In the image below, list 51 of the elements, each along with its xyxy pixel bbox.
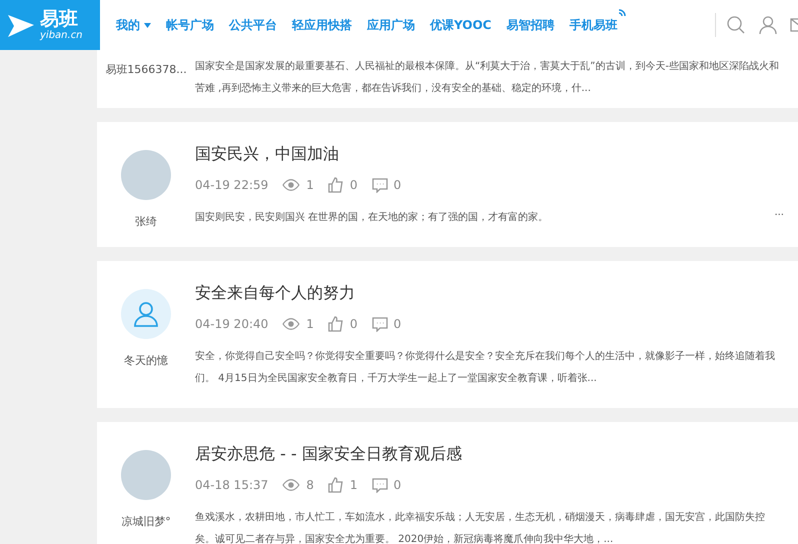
thumbs-up-icon[interactable] bbox=[328, 477, 344, 493]
nav-link[interactable]: 手机易班 bbox=[569, 16, 626, 34]
nav-link[interactable]: 应用广场 bbox=[367, 16, 415, 34]
post-title[interactable]: 国安民兴，中国加油 bbox=[195, 144, 784, 165]
search-icon[interactable] bbox=[726, 15, 746, 35]
logo-domain: yiban.cn bbox=[40, 30, 83, 40]
post-excerpt: 鱼戏溪水，农耕田地，市人忙工，车如流水，此幸福安乐哉；人无安居，生态无机，硝烟漫天，病毒肆虐，国无安宫，此国防失控矣。诚可见二者存与异，国家安全尤为重要。 2020伊始，新冠病毒将魔爪伸向我中华大地，... bbox=[195, 510, 766, 544]
nav-link[interactable]: 轻应用快搭 bbox=[292, 16, 352, 34]
post-time: 04-19 22:59 bbox=[195, 178, 268, 192]
user-icon[interactable] bbox=[758, 15, 778, 35]
nav-link[interactable]: 帐号广场 bbox=[166, 16, 214, 34]
post-title[interactable]: 居安亦思危 - - 国家安全日教育观后感 bbox=[195, 444, 784, 465]
eye-icon bbox=[282, 178, 300, 192]
eye-icon bbox=[282, 317, 300, 331]
nav-link[interactable]: 易智招聘 bbox=[506, 16, 554, 34]
view-count: 1 bbox=[306, 178, 314, 192]
comment-count: 0 bbox=[394, 178, 402, 192]
comment-count: 0 bbox=[394, 317, 402, 331]
like-count: 0 bbox=[350, 178, 358, 192]
author-name[interactable]: 凉城旧梦° bbox=[121, 514, 171, 529]
post-time: 04-18 15:37 bbox=[195, 478, 268, 492]
post-excerpt: 国家安全是国家发展的最重要基石、人民福祉的最根本保障。从“利莫大于治，害莫大于乱”的古训，到今天-些国家和地区深陷战火和苦难 ,再到恐怖主义带来的巨大危害，都在告诉我们，没有安全的基础、稳定的环境，什... bbox=[195, 60, 780, 96]
thumbs-up-icon[interactable] bbox=[328, 316, 344, 332]
author-name[interactable]: 易班1566378... bbox=[105, 62, 187, 77]
nav-link[interactable]: 我的 bbox=[116, 16, 151, 34]
author-name[interactable]: 冬天的憶 bbox=[124, 353, 168, 368]
view-count: 8 bbox=[306, 478, 314, 492]
caret-icon bbox=[144, 22, 151, 28]
post-time: 04-19 20:40 bbox=[195, 317, 268, 331]
nav-link[interactable]: 公共平台 bbox=[229, 16, 277, 34]
like-count: 1 bbox=[350, 478, 358, 492]
eye-icon bbox=[282, 478, 300, 492]
comment-icon[interactable] bbox=[372, 316, 388, 332]
logo-name: 易班 bbox=[40, 10, 79, 28]
nav-link[interactable]: 优课YOOC bbox=[430, 16, 492, 34]
post-excerpt: 安全，你觉得自己安全吗？你觉得安全重要吗？你觉得什么是安全？安全充斥在我们每个人的生活中，就像影子一样，始终追随着我们。 4月15日为全民国家安全教育日，千万大学生一起上了一堂国家安全教育课，听着张... bbox=[195, 350, 776, 386]
photo-placeholder bbox=[121, 450, 171, 500]
thumbs-up-icon[interactable] bbox=[328, 177, 344, 193]
comment-count: 0 bbox=[394, 478, 402, 492]
photo-placeholder bbox=[121, 150, 171, 200]
author-name[interactable]: 张绮 bbox=[135, 214, 157, 229]
logo[interactable]: 易班 yiban.cn bbox=[0, 0, 100, 50]
signal-icon bbox=[618, 8, 626, 16]
like-count: 0 bbox=[350, 317, 358, 331]
comment-icon[interactable] bbox=[372, 477, 388, 493]
post-excerpt: 国安则民安，民安则国兴 在世界的国，在天地的家；有了强的国，才有富的家。 bbox=[195, 210, 550, 225]
view-count: 1 bbox=[306, 317, 314, 331]
user-avatar bbox=[121, 289, 171, 339]
comment-icon[interactable] bbox=[372, 177, 388, 193]
post-title[interactable]: 安全来自每个人的努力 bbox=[195, 283, 784, 304]
more-ellipsis[interactable]: ... bbox=[774, 207, 784, 229]
